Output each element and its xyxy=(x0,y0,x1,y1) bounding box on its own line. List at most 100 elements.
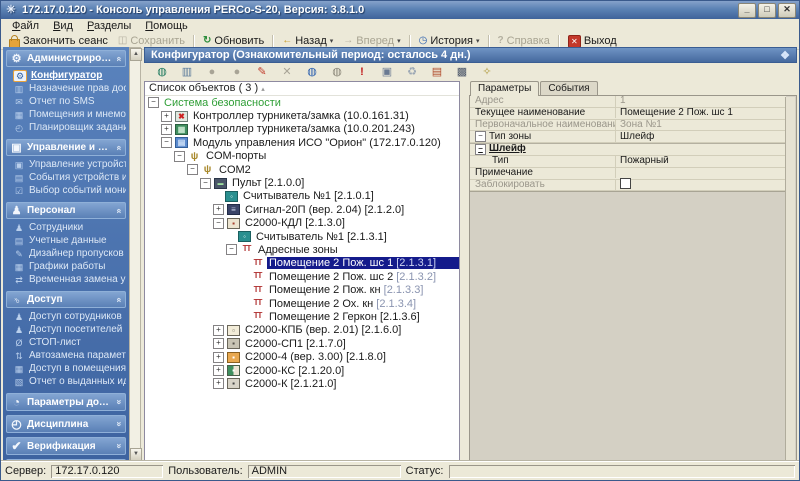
tree-row[interactable]: ΤΤПомещение 2 Пож. кн [2.1.3.3] xyxy=(145,283,459,296)
property-row[interactable]: ТипПожарный xyxy=(470,156,786,168)
expand-box-icon[interactable]: + xyxy=(213,378,224,389)
tree-row[interactable]: ΤΤПомещение 2 Пож. шс 2 [2.1.3.2] xyxy=(145,270,459,283)
tree-row[interactable]: −▬Пульт [2.1.0.0] xyxy=(145,176,459,189)
expand-box-icon[interactable]: + xyxy=(161,111,172,122)
notification-icon[interactable]: ❖ xyxy=(780,49,790,62)
sidebar-item-id-report[interactable]: ▧Отчет о выданных идентиф... xyxy=(8,375,126,388)
tree-row[interactable]: ◦Считыватель №1 [2.1.3.1] xyxy=(145,230,459,243)
collapse-box-icon[interactable]: − xyxy=(200,178,211,189)
collapse-box-icon[interactable]: − xyxy=(475,131,486,142)
tree-row[interactable]: −ψCOM2 xyxy=(145,163,459,176)
device-icon[interactable]: ▤ xyxy=(429,64,445,80)
expand-box-icon[interactable]: + xyxy=(161,124,172,135)
sidebar-item-monitoring-events[interactable]: ☑Выбор событий мониторинга xyxy=(8,184,126,197)
collapse-box-icon[interactable]: − xyxy=(475,144,486,155)
poll-start-icon[interactable]: ◍ xyxy=(304,64,320,80)
properties-scrollbar[interactable] xyxy=(785,97,795,460)
collapse-box-icon[interactable]: − xyxy=(148,97,159,108)
close-button[interactable]: ✕ xyxy=(778,3,796,18)
sidebar-item-visitor-access[interactable]: ♟Доступ посетителей xyxy=(8,323,126,336)
add-group-icon[interactable]: ● xyxy=(229,64,245,80)
tree-row[interactable]: ΤΤПомещение 2 Ох. кн [2.1.3.4] xyxy=(145,297,459,310)
expand-box-icon[interactable]: + xyxy=(213,338,224,349)
tree-row[interactable]: +▫С2000-КПБ (вер. 2.01) [2.1.6.0] xyxy=(145,324,459,337)
find-device-icon[interactable]: ◍ xyxy=(154,64,170,80)
collapse-chevron-icon[interactable]: « xyxy=(114,145,124,150)
tree-header[interactable]: Список объектов ( 3 ) ▴ xyxy=(145,82,459,96)
menu-item[interactable]: Вид xyxy=(46,20,80,32)
sidebar-item-device-events[interactable]: ▤События устройств и дейст... xyxy=(8,171,126,184)
expand-chevron-icon[interactable]: » xyxy=(114,399,124,404)
tree-row[interactable]: +▪С2000-К [2.1.21.0] xyxy=(145,377,459,390)
tree-row[interactable]: +▪С2000-СП1 [2.1.7.0] xyxy=(145,337,459,350)
sidebar-item-badge-designer[interactable]: ✎Дизайнер пропусков xyxy=(8,247,126,260)
expand-box-icon[interactable]: + xyxy=(213,352,224,363)
collapse-chevron-icon[interactable]: « xyxy=(114,208,124,213)
sidebar-section-header-personnel[interactable]: ♟Персонал« xyxy=(6,202,126,219)
panel-icon[interactable]: ▩ xyxy=(454,64,470,80)
tree-row[interactable]: −▪С2000-КДЛ [2.1.3.0] xyxy=(145,217,459,230)
tree-row[interactable]: +≡Сигнал-20П (вер. 2.04) [2.1.2.0] xyxy=(145,203,459,216)
expand-box-icon[interactable]: + xyxy=(213,204,224,215)
sidebar-item-configurator[interactable]: ⚙Конфигуратор xyxy=(8,69,126,82)
sync-icon[interactable]: ♻ xyxy=(404,64,420,80)
expand-chevron-icon[interactable]: » xyxy=(114,443,124,448)
checkbox-unchecked-icon[interactable] xyxy=(620,178,631,189)
property-row[interactable]: Адрес1 xyxy=(470,96,786,108)
delete-icon[interactable]: ✕ xyxy=(279,64,295,80)
menu-item[interactable]: Файл xyxy=(5,20,46,32)
scroll-down-icon[interactable]: ▼ xyxy=(130,448,142,461)
tree-row[interactable]: +▪С2000-4 (вер. 3.00) [2.1.8.0] xyxy=(145,350,459,363)
sidebar-item-room-access[interactable]: ▦Доступ в помещения xyxy=(8,362,126,375)
edit-icon[interactable]: ✎ xyxy=(254,64,270,80)
collapse-box-icon[interactable]: − xyxy=(213,218,224,229)
tree-row[interactable]: −▤Модуль управления ИСО "Орион" (172.17.… xyxy=(145,136,459,149)
splitter[interactable] xyxy=(460,81,469,462)
property-row[interactable]: Первоначальное наименованиеЗона №1 xyxy=(470,120,786,132)
collapse-box-icon[interactable]: − xyxy=(174,151,185,162)
sidebar-item-rooms-mnemo[interactable]: ▦Помещения и мнемосхема xyxy=(8,108,126,121)
tree-row[interactable]: +✖Контроллер турникета/замка (10.0.161.3… xyxy=(145,109,459,122)
sidebar-item-device-management[interactable]: ▣Управление устройствами и... xyxy=(8,158,126,171)
collapse-chevron-icon[interactable]: « xyxy=(114,56,124,61)
sidebar-item-employee-access[interactable]: ♟Доступ сотрудников xyxy=(8,310,126,323)
sidebar-item-employees[interactable]: ♟Сотрудники xyxy=(8,221,126,234)
property-row[interactable]: Заблокировать xyxy=(470,180,786,192)
tab-parameters[interactable]: Параметры xyxy=(470,81,539,96)
tree-row[interactable]: ◦Считыватель №1 [2.1.0.1] xyxy=(145,190,459,203)
expand-chevron-icon[interactable]: » xyxy=(114,421,124,426)
property-row[interactable]: −Шлейф xyxy=(470,143,786,156)
scroll-up-icon[interactable]: ▲ xyxy=(130,48,142,61)
tree-row[interactable]: +▦Контроллер турникета/замка (10.0.201.2… xyxy=(145,123,459,136)
sidebar-scrollbar[interactable]: ▲ ▼ xyxy=(129,47,141,462)
sidebar-item-work-schedules[interactable]: ▦Графики работы xyxy=(8,260,126,273)
property-row[interactable]: Текущее наименованиеПомещение 2 Пож. шс … xyxy=(470,108,786,120)
menu-item[interactable]: Помощь xyxy=(138,20,195,32)
send-config-icon[interactable]: ▥ xyxy=(179,64,195,80)
add-icon[interactable]: ● xyxy=(204,64,220,80)
sidebar-section-header-access[interactable]: ♀Доступ« xyxy=(6,291,126,308)
sidebar-section-header-verification[interactable]: ✔Верификация» xyxy=(6,437,126,455)
sidebar-section-header-administration[interactable]: ⚙Администрирование« xyxy=(6,50,126,67)
sidebar-section-header-access-params[interactable]: ◔Параметры доступа» xyxy=(6,393,126,411)
window-icon[interactable]: ▣ xyxy=(379,64,395,80)
sidebar-item-task-scheduler[interactable]: ◴Планировщик заданий xyxy=(8,121,126,134)
collapse-chevron-icon[interactable]: « xyxy=(114,297,124,302)
maximize-button[interactable]: □ xyxy=(758,3,776,18)
menu-item[interactable]: Разделы xyxy=(80,20,138,32)
collapse-box-icon[interactable]: − xyxy=(226,244,237,255)
property-row[interactable]: −Тип зоныШлейф xyxy=(470,131,786,143)
tree-row[interactable]: +▪С2000-КС [2.1.20.0] xyxy=(145,364,459,377)
sidebar-item-stop-list[interactable]: ØСТОП-лист xyxy=(8,336,126,349)
wand-icon[interactable]: ✧ xyxy=(479,64,495,80)
sidebar-item-temp-replacement[interactable]: ⇄Временная замена учетных ... xyxy=(8,273,126,286)
sidebar-section-header-discipline[interactable]: ◴Дисциплина» xyxy=(6,415,126,433)
tree-row[interactable]: −Система безопасности xyxy=(145,96,459,109)
tree-row[interactable]: −ψCOM-порты xyxy=(145,150,459,163)
tab-events[interactable]: События xyxy=(540,81,597,95)
tree-row[interactable]: −ΤΤАдресные зоны xyxy=(145,243,459,256)
sidebar-item-auto-replace[interactable]: ⇅Автозамена параметров до... xyxy=(8,349,126,362)
tree-row[interactable]: ΤΤПомещение 2 Геркон [2.1.3.6] xyxy=(145,310,459,323)
sidebar-item-sms-report[interactable]: ✉Отчет по SMS xyxy=(8,95,126,108)
expand-box-icon[interactable]: + xyxy=(213,325,224,336)
